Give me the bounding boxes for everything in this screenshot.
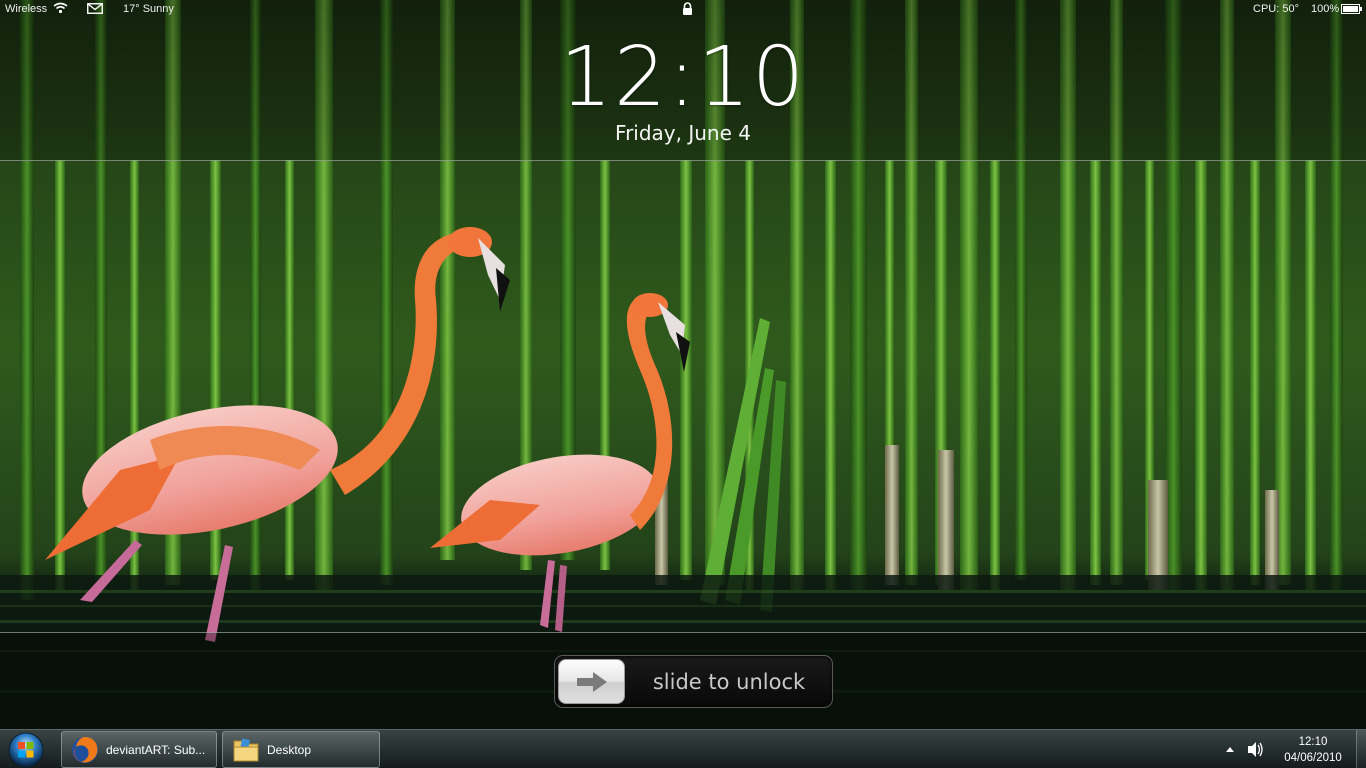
windows-logo-icon: [8, 732, 44, 768]
unlock-slider-label: slide to unlock: [652, 670, 806, 694]
taskbar-button-label: deviantART: Sub...: [106, 743, 206, 757]
wifi-icon: [53, 2, 68, 14]
weather-label: 17° Sunny: [123, 3, 174, 15]
lockscreen-clock: 12:10: [559, 30, 807, 125]
arrow-right-icon: [577, 672, 607, 692]
taskbar-button-firefox[interactable]: deviantART: Sub...: [61, 731, 217, 768]
lock-icon: [682, 2, 693, 15]
start-button[interactable]: [6, 731, 46, 768]
lockscreen-date: Friday, June 4: [615, 121, 751, 145]
status-bar: Wireless 17° Sunny CPU: 50° 100%: [0, 0, 1366, 20]
system-clock-date: 04/06/2010: [1284, 752, 1342, 764]
battery-percent: 100%: [1311, 3, 1340, 15]
show-hidden-icons-button[interactable]: [1224, 730, 1236, 768]
firefox-icon: [70, 735, 100, 768]
volume-button[interactable]: [1246, 730, 1264, 768]
taskbar-button-label: Desktop: [267, 743, 312, 757]
speaker-icon: [1248, 742, 1263, 757]
unlock-slider-knob[interactable]: [558, 659, 625, 704]
system-clock-time: 12:10: [1298, 736, 1328, 748]
system-clock[interactable]: 12:10 04/06/2010: [1270, 734, 1356, 766]
network-label: Wireless: [5, 3, 48, 15]
unlock-slider[interactable]: slide to unlock: [554, 655, 833, 708]
cpu-temperature: CPU: 50°: [1253, 3, 1299, 15]
chevron-up-icon: [1226, 747, 1234, 752]
taskbar-button-desktop[interactable]: Desktop: [222, 731, 380, 768]
lockscreen-bottom-panel: slide to unlock: [0, 632, 1366, 729]
mail-icon: [87, 3, 103, 14]
battery-icon: [1341, 4, 1362, 14]
folder-icon: [231, 735, 261, 768]
show-desktop-button[interactable]: [1356, 730, 1366, 768]
taskbar: deviantART: Sub... Desktop 12:10 04/06/2…: [0, 729, 1366, 768]
